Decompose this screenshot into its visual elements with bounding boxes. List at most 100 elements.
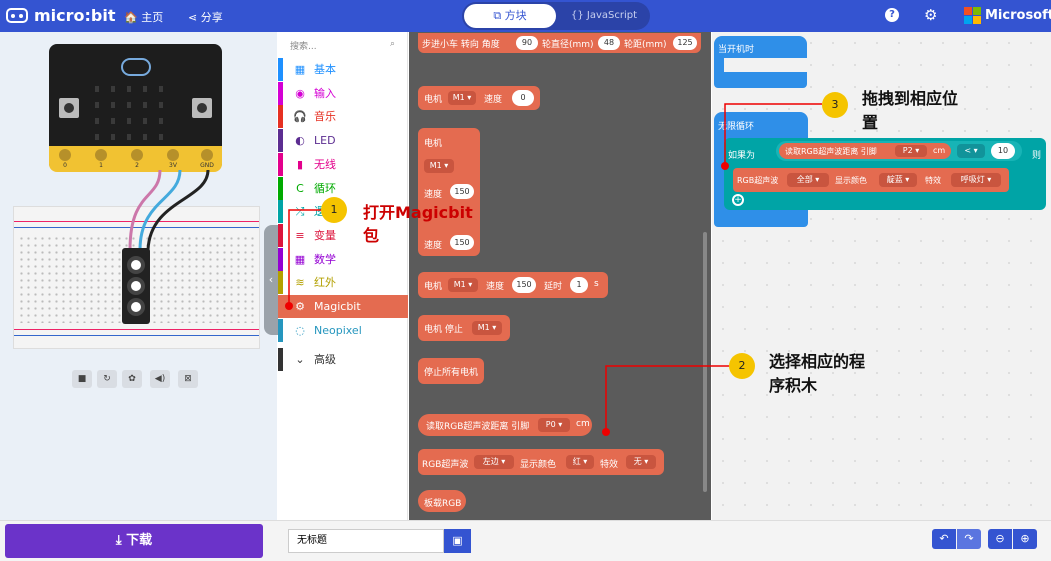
share-link[interactable]: ⋖ 分享: [188, 9, 223, 25]
ws-read-ultrasonic-block[interactable]: 读取RGB超声波距离 引脚 P2 ▾ cm: [779, 143, 951, 159]
mute-icon[interactable]: ◀): [150, 370, 170, 388]
pin-dropdown[interactable]: P0 ▾: [538, 418, 570, 432]
category-icon: ≋: [295, 276, 305, 290]
button-b[interactable]: [192, 98, 212, 118]
category-icon: ⌄: [295, 353, 305, 367]
restart-icon[interactable]: ↻: [97, 370, 117, 388]
project-name-input[interactable]: 无标题: [288, 529, 444, 553]
wheelbase-input[interactable]: 125: [673, 36, 697, 50]
distance-input[interactable]: 10: [991, 143, 1015, 159]
pin-dropdown[interactable]: P2 ▾: [895, 145, 927, 157]
operator-dropdown[interactable]: < ▾: [957, 144, 985, 158]
category-2[interactable]: 🎧 音乐: [278, 105, 408, 129]
motor-dropdown[interactable]: M1 ▾: [448, 91, 476, 105]
motor-dropdown[interactable]: M1 ▾: [424, 159, 454, 173]
category-5[interactable]: C 循环: [278, 176, 408, 200]
pin-0[interactable]: [59, 149, 71, 161]
screenshot-icon[interactable]: ⊠: [178, 370, 198, 388]
stop-icon[interactable]: ■: [72, 370, 92, 388]
step-1-badge: 1: [321, 197, 347, 223]
block-stop-all-motors[interactable]: 停止所有电机: [418, 358, 484, 384]
home-link[interactable]: 🏠 主页: [124, 9, 163, 25]
speed-input[interactable]: 150: [450, 184, 474, 199]
category-8[interactable]: ▦ 数学: [278, 247, 408, 271]
question-icon[interactable]: ?: [885, 8, 899, 22]
category-label: 红外: [314, 276, 336, 290]
brand-name[interactable]: micro:bit: [34, 6, 116, 25]
category-10[interactable]: ⚙ Magicbit: [278, 295, 408, 318]
tab-javascript[interactable]: {} JavaScript: [560, 4, 648, 28]
zoom-in-icon[interactable]: ⊕: [1013, 529, 1037, 549]
speed-input[interactable]: 150: [450, 235, 474, 250]
category-7[interactable]: ≡ 变量: [278, 223, 408, 247]
block-motor-multi[interactable]: 电机 M1 ▾ 速度 150 速度 150: [418, 128, 480, 256]
redo-icon[interactable]: ↷: [957, 529, 981, 549]
gear-icon[interactable]: ⚙: [924, 6, 937, 24]
category-3[interactable]: ◐ LED: [278, 129, 408, 153]
led: [111, 102, 115, 108]
undo-icon[interactable]: ↶: [932, 529, 956, 549]
delay-input[interactable]: 1: [570, 277, 588, 293]
block-onboard-rgb[interactable]: 板载RGB: [418, 490, 466, 512]
category-1[interactable]: ◉ 输入: [278, 81, 408, 105]
block-read-ultrasonic[interactable]: 读取RGB超声波距离 引脚 P0 ▾ cm: [418, 414, 592, 436]
category-label: 高级: [314, 353, 336, 367]
led: [143, 86, 147, 92]
block-label: 步进小车 转向 角度: [422, 40, 500, 50]
speed-input[interactable]: 150: [512, 277, 536, 293]
side-dropdown[interactable]: 左边 ▾: [474, 455, 514, 469]
motor-dropdown[interactable]: M1 ▾: [448, 278, 478, 292]
category-9[interactable]: ≋ 红外: [278, 271, 408, 295]
category-label: Magicbit: [314, 300, 361, 313]
block-label: 特效: [925, 176, 941, 185]
pin-3[interactable]: [167, 149, 179, 161]
category-color-bar: [278, 105, 283, 129]
angle-input[interactable]: 90: [516, 36, 538, 50]
category-11[interactable]: ◌ Neopixel: [278, 318, 408, 342]
block-label: 轮距(mm): [624, 40, 667, 50]
download-button[interactable]: ⤓ 下载: [5, 524, 263, 558]
on-start-block[interactable]: 当开机时: [714, 36, 807, 88]
pin-2[interactable]: [131, 149, 143, 161]
save-icon[interactable]: ▣: [444, 529, 471, 553]
side-dropdown[interactable]: 全部 ▾: [787, 173, 829, 187]
add-icon[interactable]: +: [732, 194, 744, 206]
diameter-input[interactable]: 48: [598, 36, 620, 50]
tab-blocks[interactable]: ⧉ 方块: [464, 4, 556, 28]
block-label: 特效: [600, 460, 619, 470]
block-label: 显示颜色: [520, 460, 557, 470]
step-3-text: 拖拽到相应位: [862, 89, 959, 108]
block-motor-delay[interactable]: 电机 M1 ▾ 速度 150 延时 1 s: [418, 272, 608, 298]
pin-1[interactable]: [95, 149, 107, 161]
motor-dropdown[interactable]: M1 ▾: [472, 321, 502, 335]
toolbox-search[interactable]: 搜索... ⌕: [290, 39, 404, 57]
slowmo-icon[interactable]: ✿: [122, 370, 142, 388]
category-12[interactable]: ⌄ 高级: [278, 348, 408, 372]
led: [143, 118, 147, 124]
block-motor-stop[interactable]: 电机 停止 M1 ▾: [418, 315, 510, 341]
category-icon: ▦: [294, 252, 306, 266]
color-dropdown[interactable]: 红 ▾: [566, 455, 594, 469]
ws-rgb-ultrasonic-block[interactable]: RGB超声波 全部 ▾ 显示颜色 靛蓝 ▾ 特效 呼吸灯 ▾: [733, 168, 1009, 192]
flyout-scrollbar[interactable]: [703, 232, 707, 492]
pin-4[interactable]: [201, 149, 213, 161]
block-label: cm: [933, 146, 946, 155]
zoom-out-icon[interactable]: ⊖: [988, 529, 1012, 549]
board-pins: 0 1 2 3V GND: [49, 146, 222, 172]
microbit-logo-icon[interactable]: [6, 8, 28, 23]
microsoft-label: Microsoft: [985, 8, 1051, 23]
category-4[interactable]: ▮ 无线: [278, 152, 408, 176]
color-dropdown[interactable]: 靛蓝 ▾: [879, 173, 917, 187]
effect-dropdown[interactable]: 无 ▾: [626, 455, 656, 469]
collapse-simulator-button[interactable]: ‹: [264, 225, 278, 335]
effect-dropdown[interactable]: 呼吸灯 ▾: [951, 173, 1001, 187]
block-motor-speed[interactable]: 电机 M1 ▾ 速度 0: [418, 86, 540, 110]
led: [111, 86, 115, 92]
block-stepper-turn[interactable]: 步进小车 转向 角度 90 轮直径(mm) 48 轮距(mm) 125: [418, 33, 701, 53]
search-input[interactable]: 搜索...: [290, 42, 317, 52]
button-a[interactable]: [59, 98, 79, 118]
block-rgb-ultrasonic[interactable]: RGB超声波 左边 ▾ 显示颜色 红 ▾ 特效 无 ▾: [418, 449, 664, 475]
category-0[interactable]: ▦ 基本: [278, 58, 408, 81]
led: [159, 134, 163, 140]
speed-input[interactable]: 0: [512, 90, 534, 106]
